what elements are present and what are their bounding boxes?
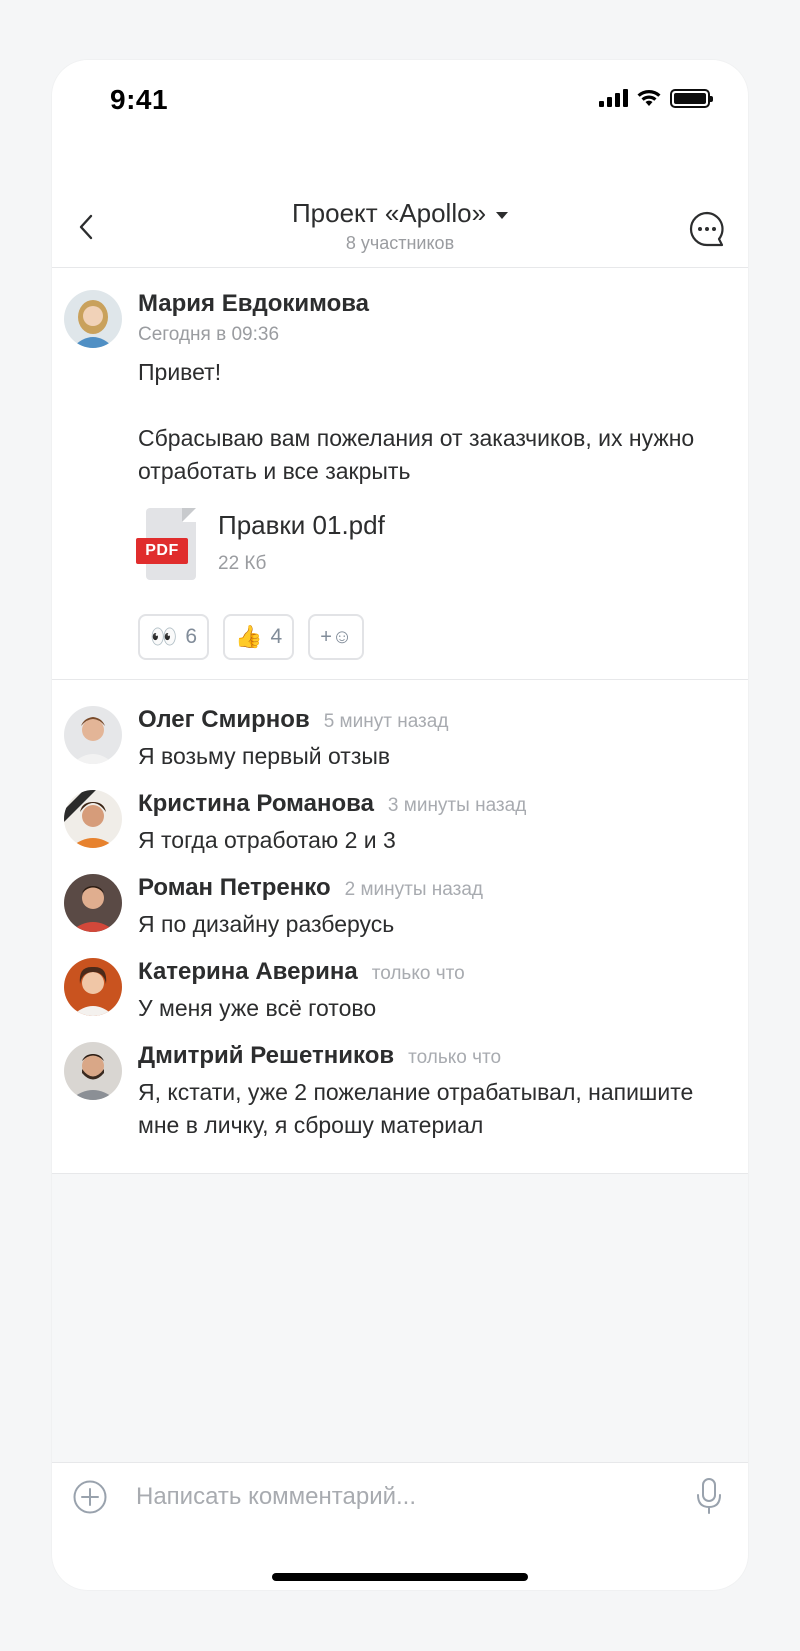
home-indicator: [272, 1573, 528, 1581]
add-reaction-button[interactable]: +☺: [308, 614, 365, 660]
chat-title: Проект «Apollo»: [291, 198, 487, 228]
comment-time: только что: [408, 1047, 502, 1068]
post-date: Сегодня в 09:36: [138, 324, 280, 345]
pdf-badge: PDF: [136, 538, 188, 564]
comment-author[interactable]: Олег Смирнов: [138, 706, 310, 734]
comment-input[interactable]: [136, 1475, 636, 1519]
comment-text: Я, кстати, уже 2 пожелание отрабатывал, …: [138, 1079, 694, 1138]
comment-item: Олег Смирнов 5 минут назад Я возьму перв…: [52, 702, 748, 786]
comment-text: Я тогда отработаю 2 и 3: [138, 827, 396, 853]
header-title-block: Проект «Apollo» 8 участников: [52, 198, 748, 254]
avatar[interactable]: [64, 958, 122, 1016]
comment-author[interactable]: Роман Петренко: [138, 874, 331, 902]
comment-item: Роман Петренко 2 минуты назад Я по дизай…: [52, 870, 748, 954]
reaction-eyes[interactable]: 👀 6: [138, 614, 210, 660]
post-text: Привет! Сбрасываю вам пожелания от заказ…: [138, 359, 695, 484]
cellular-signal-icon: [599, 89, 628, 107]
post-author[interactable]: Мария Евдокимова: [138, 290, 369, 318]
phone-screen: 9:41 Проект «Apollo» 8 участников Мария …: [52, 60, 748, 1590]
comment-author[interactable]: Катерина Аверина: [138, 958, 358, 986]
participants-count: 8 участников: [345, 233, 455, 253]
status-bar: 9:41: [52, 60, 748, 140]
comment-time: только что: [371, 963, 465, 984]
caret-down-icon: [496, 211, 509, 219]
main-post: Мария Евдокимова Сегодня в 09:36 Привет!…: [52, 268, 748, 680]
navigation-bar: Проект «Apollo» 8 участников: [52, 140, 748, 268]
avatar[interactable]: [64, 290, 122, 348]
avatar[interactable]: [64, 706, 122, 764]
pdf-file-icon: PDF: [136, 508, 196, 580]
comment-time: 3 минуты назад: [387, 795, 527, 816]
comments-bubble-icon[interactable]: [688, 210, 726, 248]
reactions-bar: 👀 6 👍 4 +☺: [138, 614, 365, 660]
add-emoji-icon: +☺: [320, 626, 353, 648]
comment-time: 5 минут назад: [323, 711, 449, 732]
avatar[interactable]: [64, 874, 122, 932]
reaction-count: 6: [185, 625, 198, 648]
status-time: 9:41: [110, 84, 169, 115]
comment-item: Катерина Аверина только что У меня уже в…: [52, 954, 748, 1038]
thumbs-up-emoji-icon: 👍: [235, 624, 263, 649]
wifi-icon: [637, 90, 661, 106]
comment-item: Кристина Романова 3 минуты назад Я тогда…: [52, 786, 748, 870]
battery-icon: [670, 88, 713, 108]
status-icons: [599, 88, 713, 108]
comment-author[interactable]: Кристина Романова: [138, 790, 374, 818]
comment-time: 2 минуты назад: [344, 879, 483, 900]
comment-text: Я по дизайну разберусь: [138, 911, 395, 937]
pdf-attachment[interactable]: PDF Правки 01.pdf 22 Кб: [136, 508, 385, 580]
attachment-size: 22 Кб: [218, 553, 267, 574]
comments-list: Олег Смирнов 5 минут назад Я возьму перв…: [52, 680, 748, 1174]
comment-text: Я возьму первый отзыв: [138, 743, 391, 769]
message-feed: Мария Евдокимова Сегодня в 09:36 Привет!…: [52, 268, 748, 1174]
chat-title-dropdown[interactable]: Проект «Apollo»: [291, 198, 509, 229]
microphone-icon[interactable]: [696, 1477, 722, 1515]
attachment-name: Правки 01.pdf: [218, 510, 385, 540]
comment-author[interactable]: Дмитрий Решетников: [138, 1042, 394, 1070]
avatar[interactable]: [64, 1042, 122, 1100]
comment-item: Дмитрий Решетников только что Я, кстати,…: [52, 1038, 748, 1154]
reaction-thumbs-up[interactable]: 👍 4: [223, 614, 295, 660]
comment-text: У меня уже всё готово: [138, 995, 377, 1021]
add-attachment-icon[interactable]: [72, 1479, 108, 1515]
eyes-emoji-icon: 👀: [150, 624, 178, 649]
avatar[interactable]: [64, 790, 122, 848]
reaction-count: 4: [270, 625, 283, 648]
comment-composer: [52, 1462, 748, 1590]
